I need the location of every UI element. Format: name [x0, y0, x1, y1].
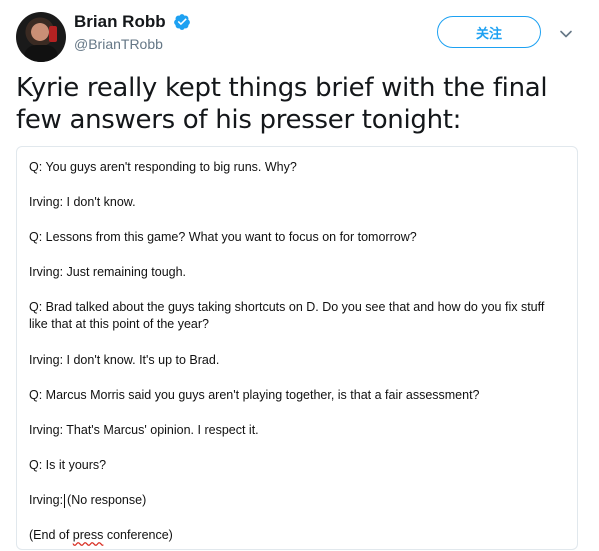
avatar[interactable] [16, 12, 66, 62]
transcript-no-response: Irving: (No response) [29, 492, 559, 509]
end-close: conference) [103, 528, 173, 542]
author-block[interactable]: Brian Robb @BrianTRobb [74, 12, 191, 52]
end-open: (End of [29, 528, 73, 542]
chevron-down-icon[interactable] [558, 26, 574, 42]
no-response-text: (No response) [67, 493, 147, 507]
author-display-name[interactable]: Brian Robb [74, 12, 166, 32]
transcript-line: Q: You guys aren't responding to big run… [29, 160, 297, 174]
tweet-text: Kyrie really kept things brief with the … [16, 73, 548, 135]
transcript-line: Irving: I don't know. It's up to Brad. [29, 353, 220, 367]
no-response-prefix: Irving: [29, 493, 64, 507]
avatar-accent [49, 26, 57, 42]
transcript-line: Irving: Just remaining tough. [29, 265, 187, 279]
transcript-line: Irving: That's Marcus' opinion. I respec… [29, 423, 259, 437]
transcript-line: Q: Is it yours? [29, 458, 107, 472]
verified-badge-icon [174, 14, 190, 30]
author-handle[interactable]: @BrianTRobb [74, 36, 191, 52]
text-cursor [64, 493, 66, 508]
transcript-line: Q: Marcus Morris said you guys aren't pl… [29, 388, 480, 402]
transcript-line: Q: Brad talked about the guys taking sho… [29, 300, 545, 331]
follow-button[interactable]: 关注 [437, 16, 541, 48]
tweet-header: Brian Robb @BrianTRobb 关注 [16, 10, 583, 62]
spellcheck-word: press [72, 528, 104, 542]
transcript-line: Irving: I don't know. [29, 195, 136, 209]
transcript-end: (End of press conference) [29, 527, 559, 544]
transcript-image[interactable]: Q: You guys aren't responding to big run… [16, 146, 578, 550]
transcript-line: Q: Lessons from this game? What you want… [29, 230, 417, 244]
avatar-shirt [24, 45, 58, 62]
